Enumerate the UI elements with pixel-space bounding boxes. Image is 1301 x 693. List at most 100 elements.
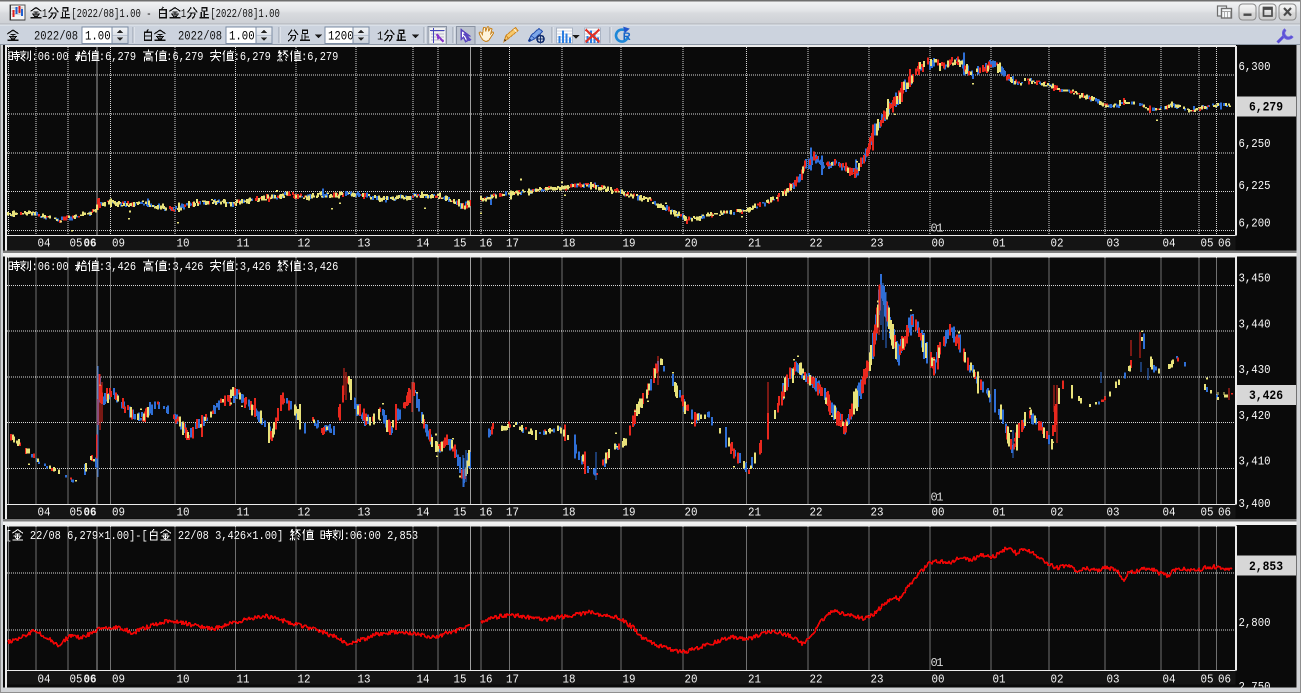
svg-text:10: 10 bbox=[177, 506, 190, 520]
svg-text:00: 00 bbox=[932, 673, 945, 687]
svg-text:00: 00 bbox=[932, 506, 945, 520]
svg-text:10: 10 bbox=[177, 237, 190, 251]
svg-text:16: 16 bbox=[480, 237, 493, 251]
svg-text:3,420: 3,420 bbox=[1239, 409, 1271, 423]
svg-text:02: 02 bbox=[1051, 237, 1064, 251]
svg-text:13: 13 bbox=[358, 506, 371, 520]
svg-text:2,800: 2,800 bbox=[1239, 616, 1271, 630]
svg-text:18: 18 bbox=[563, 673, 576, 687]
svg-text:10: 10 bbox=[177, 673, 190, 687]
svg-text:1: 1 bbox=[181, 7, 186, 21]
svg-text:06: 06 bbox=[84, 237, 97, 251]
svg-text:1200: 1200 bbox=[328, 30, 354, 44]
svg-text:00: 00 bbox=[932, 237, 945, 251]
svg-text:04: 04 bbox=[38, 237, 51, 251]
svg-text:16: 16 bbox=[480, 506, 493, 520]
svg-text:6,279: 6,279 bbox=[1249, 101, 1283, 115]
svg-text:22: 22 bbox=[810, 673, 823, 687]
svg-text:05: 05 bbox=[1201, 237, 1214, 251]
svg-text:05: 05 bbox=[1201, 673, 1214, 687]
svg-text:11: 11 bbox=[237, 506, 250, 520]
svg-text:01: 01 bbox=[931, 222, 944, 236]
svg-text:09: 09 bbox=[112, 237, 125, 251]
svg-text:20: 20 bbox=[685, 673, 698, 687]
svg-text:01: 01 bbox=[993, 506, 1006, 520]
svg-text:6,250: 6,250 bbox=[1239, 137, 1271, 151]
svg-text:22/08: 22/08 bbox=[178, 529, 209, 543]
svg-text:13: 13 bbox=[358, 673, 371, 687]
svg-text::3,426: :3,426 bbox=[166, 260, 203, 274]
svg-text:06: 06 bbox=[1218, 237, 1231, 251]
svg-text:22: 22 bbox=[810, 237, 823, 251]
svg-text:3,440: 3,440 bbox=[1239, 317, 1271, 331]
svg-text:03: 03 bbox=[1107, 673, 1120, 687]
svg-text:18: 18 bbox=[563, 237, 576, 251]
svg-text:2022/08: 2022/08 bbox=[34, 30, 78, 44]
svg-text:3,426×1.00]: 3,426×1.00] bbox=[215, 529, 283, 543]
svg-text::3,426: :3,426 bbox=[234, 260, 271, 274]
svg-text:3,410: 3,410 bbox=[1239, 455, 1271, 469]
svg-text:22: 22 bbox=[810, 506, 823, 520]
svg-text:19: 19 bbox=[623, 506, 636, 520]
svg-text:16: 16 bbox=[480, 673, 493, 687]
svg-text:04: 04 bbox=[38, 673, 51, 687]
svg-text:14: 14 bbox=[417, 673, 430, 687]
svg-text::6,279: :6,279 bbox=[99, 50, 136, 64]
svg-text:15: 15 bbox=[454, 237, 467, 251]
svg-text:6,225: 6,225 bbox=[1239, 179, 1271, 193]
svg-text:12: 12 bbox=[298, 237, 311, 251]
svg-text::06:00: :06:00 bbox=[344, 529, 381, 543]
svg-text:05: 05 bbox=[70, 506, 83, 520]
svg-text:2022/08: 2022/08 bbox=[178, 30, 222, 44]
svg-text:R: R bbox=[623, 31, 631, 43]
svg-text:6,200: 6,200 bbox=[1239, 217, 1271, 231]
svg-text:2,853: 2,853 bbox=[1249, 560, 1283, 574]
svg-text:3,426: 3,426 bbox=[1249, 389, 1283, 403]
svg-text:09: 09 bbox=[112, 506, 125, 520]
svg-text:6,300: 6,300 bbox=[1239, 60, 1271, 74]
svg-text:14: 14 bbox=[417, 237, 430, 251]
svg-text:03: 03 bbox=[1107, 237, 1120, 251]
svg-text:04: 04 bbox=[38, 506, 51, 520]
svg-text:02: 02 bbox=[1051, 673, 1064, 687]
svg-text:17: 17 bbox=[506, 673, 519, 687]
svg-text:15: 15 bbox=[454, 673, 467, 687]
svg-text:06: 06 bbox=[1218, 506, 1231, 520]
svg-text::6,279: :6,279 bbox=[234, 50, 271, 64]
svg-text:11: 11 bbox=[237, 673, 250, 687]
svg-text:04: 04 bbox=[1163, 237, 1176, 251]
svg-text:3,400: 3,400 bbox=[1239, 497, 1271, 511]
svg-text:2,853: 2,853 bbox=[387, 529, 418, 543]
svg-text:19: 19 bbox=[623, 237, 636, 251]
svg-text:12: 12 bbox=[298, 506, 311, 520]
svg-text::06:00: :06:00 bbox=[32, 50, 69, 64]
svg-text:23: 23 bbox=[871, 673, 884, 687]
svg-text:01: 01 bbox=[931, 656, 944, 670]
svg-text:19: 19 bbox=[623, 673, 636, 687]
svg-text:20: 20 bbox=[685, 506, 698, 520]
svg-text:06: 06 bbox=[84, 673, 97, 687]
svg-text:06: 06 bbox=[84, 506, 97, 520]
svg-text:01: 01 bbox=[993, 673, 1006, 687]
svg-text:6,279×1.00]-[: 6,279×1.00]-[ bbox=[67, 529, 148, 543]
svg-text::3,426: :3,426 bbox=[99, 260, 136, 274]
svg-text:05: 05 bbox=[70, 237, 83, 251]
svg-text:01: 01 bbox=[993, 237, 1006, 251]
svg-text::6,279: :6,279 bbox=[301, 50, 338, 64]
svg-text:04: 04 bbox=[1163, 506, 1176, 520]
svg-text:3,450: 3,450 bbox=[1239, 272, 1271, 286]
svg-text::06:00: :06:00 bbox=[32, 260, 69, 274]
svg-text:21: 21 bbox=[748, 506, 761, 520]
svg-text:1.00: 1.00 bbox=[229, 30, 255, 44]
svg-text:03: 03 bbox=[1107, 506, 1120, 520]
svg-text:23: 23 bbox=[871, 506, 884, 520]
svg-text:[2022/08]1.00: [2022/08]1.00 bbox=[210, 7, 279, 21]
svg-text:3,430: 3,430 bbox=[1239, 363, 1271, 377]
svg-text:17: 17 bbox=[506, 237, 519, 251]
svg-text:05: 05 bbox=[1201, 506, 1214, 520]
svg-text:20: 20 bbox=[685, 237, 698, 251]
svg-text:14: 14 bbox=[417, 506, 430, 520]
svg-text:12: 12 bbox=[298, 673, 311, 687]
svg-text::6,279: :6,279 bbox=[166, 50, 203, 64]
svg-text:13: 13 bbox=[358, 237, 371, 251]
